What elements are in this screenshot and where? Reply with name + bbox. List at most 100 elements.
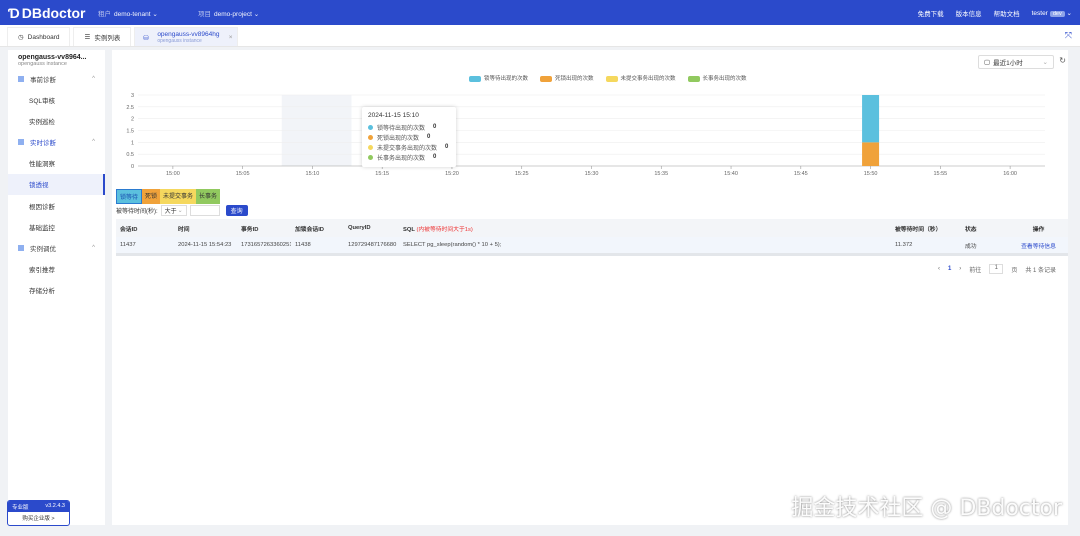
filter-tab-deadlock[interactable]: 死锁 xyxy=(142,189,161,204)
table-row: 11437 2024-11-15 15:54:23 1731657263360251… xyxy=(116,237,1068,256)
sidebar-item-storage[interactable]: 存储分析 xyxy=(8,280,105,302)
table-cell: 11438 xyxy=(295,242,311,248)
y-tick-label: 2 xyxy=(131,117,134,123)
close-icon[interactable]: × xyxy=(229,34,233,41)
tab-instance[interactable]: ⛁ opengauss-vv8964hg opengauss instance × xyxy=(134,27,239,46)
filter-tabs: 锁等待 死锁 未提交事务 长事务 xyxy=(116,189,221,204)
view-wait-info-link[interactable]: 查看等待信息 xyxy=(1005,241,1068,250)
tooltip-value: 0 xyxy=(433,124,437,130)
sidebar-item-performance[interactable]: 性能洞察 xyxy=(8,152,105,174)
sidebar-item-index[interactable]: 索引推荐 xyxy=(8,258,105,280)
fullscreen-icon[interactable]: ⤧ xyxy=(1065,30,1072,41)
main-panel: ▢ 最近1小时 ⌄ ↻ 锁等待出现的次数 死锁出现的次数 未提交事务出现的次数 长事务出现… xyxy=(112,50,1068,525)
project-value: demo-project xyxy=(214,10,252,18)
help-docs-link[interactable]: 帮助文档 xyxy=(994,8,1020,18)
tooltip-row: 死锁出现的次数 0 xyxy=(368,132,450,142)
sidebar-group-tuning[interactable]: 实例调优 ^ xyxy=(8,238,105,258)
user-menu[interactable]: tester dev ⌄ xyxy=(1032,9,1072,17)
legend-label: 死锁出现的次数 xyxy=(555,76,594,82)
version-label: v3.2.4.3 xyxy=(45,503,65,509)
next-page-icon[interactable]: › xyxy=(959,266,961,272)
sidebar-item-monitoring[interactable]: 基础监控 xyxy=(8,217,105,239)
x-tick-label: 15:30 xyxy=(585,171,599,177)
wait-time-input[interactable] xyxy=(189,205,220,216)
logo-icon: Ɗ xyxy=(8,4,20,21)
header-label: 会话ID xyxy=(120,226,138,233)
project-select[interactable]: 项目 demo-project ⌄ xyxy=(198,8,288,18)
logo-text: DBdoctor xyxy=(21,4,86,21)
tooltip-series: 长事务出现的次数 xyxy=(377,155,426,162)
tab-dashboard[interactable]: ◷ Dashboard xyxy=(7,27,71,46)
chart-legend: 锁等待出现的次数 死锁出现的次数 未提交事务出现的次数 长事务出现的次数 xyxy=(469,74,747,82)
tooltip-title: 2024-11-15 15:10 xyxy=(368,112,419,119)
tooltip-value: 0 xyxy=(427,134,431,140)
tooltip-series: 锁等待出现的次数 xyxy=(377,125,426,132)
group-label: 实时诊断 xyxy=(30,140,56,147)
table-cell: 11437 xyxy=(120,242,136,248)
filter-tab-uncommitted[interactable]: 未提交事务 xyxy=(160,189,197,204)
version-info-link[interactable]: 版本信息 xyxy=(956,8,982,18)
sidebar-item-root-cause[interactable]: 根因诊断 xyxy=(8,195,105,217)
filter-tab-long-tx[interactable]: 长事务 xyxy=(196,189,221,204)
sidebar-group-pre-diagnosis[interactable]: 事前诊断 ^ xyxy=(8,69,105,89)
y-tick-label: 0 xyxy=(131,164,134,170)
group-icon xyxy=(18,139,24,145)
sidebar-item-sql-audit[interactable]: SQL审核 xyxy=(8,89,105,111)
logo[interactable]: Ɗ DBdoctor xyxy=(8,5,88,21)
group-icon xyxy=(18,76,24,82)
upgrade-link[interactable]: 购买企业版 > xyxy=(8,512,69,522)
y-tick-label: 1 xyxy=(131,140,134,146)
filter-tab-lock-wait[interactable]: 锁等待 xyxy=(116,189,143,204)
tenant-select[interactable]: 租户 demo-tenant ⌄ xyxy=(98,8,188,18)
series-dot xyxy=(368,154,373,160)
operator-select[interactable]: 大于 ⌄ xyxy=(160,205,187,216)
chevron-down-icon: ⌄ xyxy=(253,10,260,18)
time-range-value: 最近1小时 xyxy=(993,60,1023,67)
legend-item[interactable]: 锁等待出现的次数 xyxy=(469,74,528,82)
tooltip-row: 未提交事务出现的次数 0 xyxy=(368,142,450,152)
bar-segment xyxy=(862,95,880,143)
column-header: QueryID xyxy=(344,225,399,231)
query-button[interactable]: 查询 xyxy=(225,205,248,216)
tooltip-row: 长事务出现的次数 0 xyxy=(368,152,450,162)
edition-label: 专业版 xyxy=(12,505,29,511)
legend-item[interactable]: 死锁出现的次数 xyxy=(540,74,594,82)
tab-label: 实例列表 xyxy=(94,35,121,42)
x-tick-label: 15:15 xyxy=(375,171,389,177)
legend-swatch xyxy=(605,75,618,82)
legend-item[interactable]: 未提交事务出现的次数 xyxy=(605,74,676,82)
x-tick-label: 15:40 xyxy=(724,171,738,177)
x-tick-label: 15:25 xyxy=(515,171,529,177)
legend-label: 未提交事务出现的次数 xyxy=(620,76,676,82)
page-number[interactable]: 1 xyxy=(948,266,951,272)
refresh-icon[interactable]: ↻ xyxy=(1059,56,1066,65)
goto-page-input[interactable]: 1 xyxy=(989,264,1004,274)
header-label: QueryID xyxy=(348,225,371,231)
instance-title: opengauss-vv8964... xyxy=(18,54,87,61)
table-cell: 11.372 xyxy=(895,242,913,248)
y-tick-label: 2.5 xyxy=(126,105,134,111)
free-download-link[interactable]: 免费下载 xyxy=(918,8,944,18)
tooltip-value: 0 xyxy=(445,144,449,150)
calendar-icon: ▢ xyxy=(984,59,991,66)
tooltip-row: 锁等待出现的次数 0 xyxy=(368,122,450,132)
legend-item[interactable]: 长事务出现的次数 xyxy=(687,74,747,82)
lock-table: 会话ID 时间 事务ID 加锁会话ID QueryID SQL (内被等待时间大于1s) 被… xyxy=(116,219,1068,256)
prev-page-icon[interactable]: ‹ xyxy=(938,266,940,272)
chevron-up-icon: ^ xyxy=(92,76,95,82)
sidebar-item-lock-view[interactable]: 锁透视 xyxy=(8,173,105,195)
pagination: ‹ 1 › 前往 1 页 共 1 条记录 xyxy=(938,264,1056,274)
table-header: 会话ID 时间 事务ID 加锁会话ID QueryID SQL (内被等待时间大于1s) 被… xyxy=(116,219,1068,237)
group-label: 事前诊断 xyxy=(30,77,56,84)
sql-note: (内被等待时间大于1s) xyxy=(416,226,473,233)
username: tester xyxy=(1031,9,1048,17)
sidebar-item-inspection[interactable]: 实例巡检 xyxy=(8,111,105,133)
chevron-up-icon: ^ xyxy=(92,245,95,251)
table-cell: 17316572633602514 xyxy=(241,242,291,248)
column-header: SQL (内被等待时间大于1s) xyxy=(399,224,891,233)
time-range-select[interactable]: ▢ 最近1小时 ⌄ xyxy=(978,55,1054,69)
tab-label: opengauss-vv8964hg xyxy=(157,30,220,38)
sidebar-group-realtime[interactable]: 实时诊断 ^ xyxy=(8,132,105,152)
tab-instance-list[interactable]: ☰ 实例列表 xyxy=(73,27,132,46)
tooltip-value: 0 xyxy=(433,154,437,160)
